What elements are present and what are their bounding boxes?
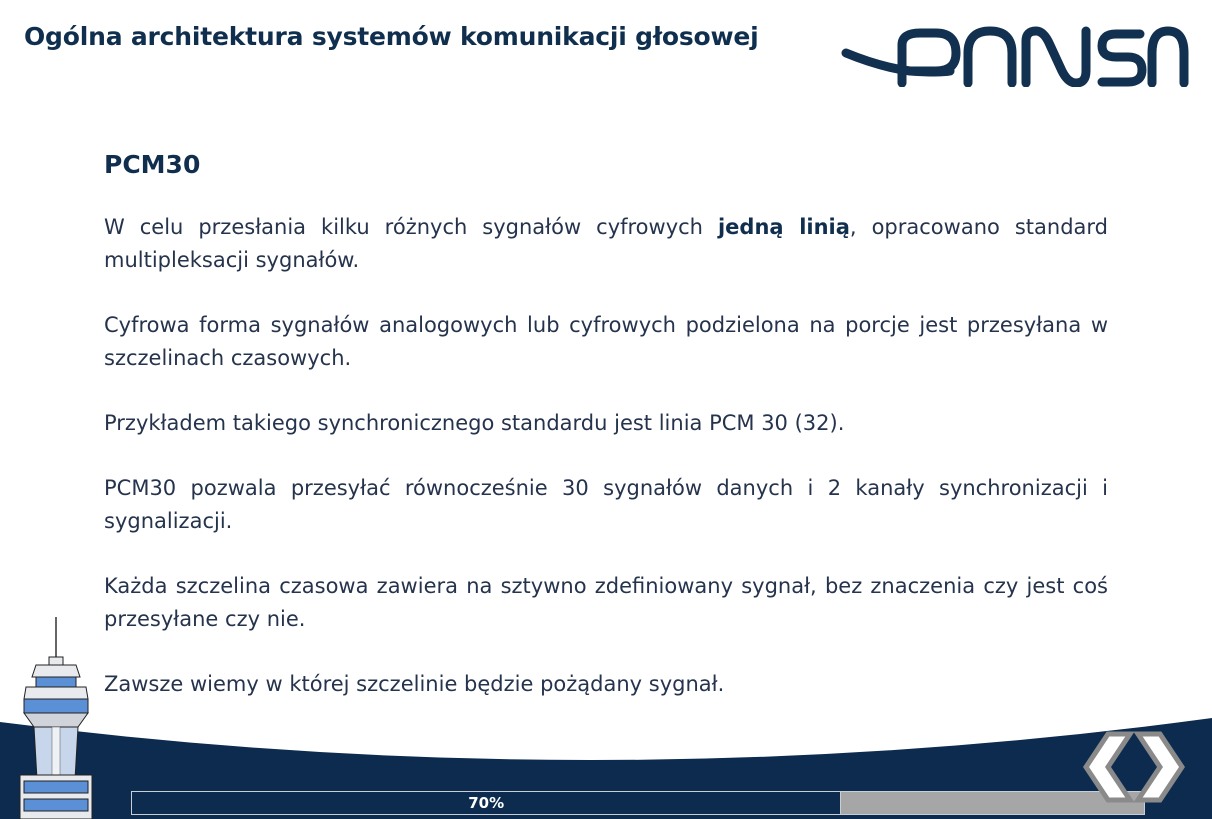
slide-content: PCM30 W celu przesłania kilku różnych sy…: [104, 150, 1108, 733]
paragraph-2: Cyfrowa forma sygnałów analogowych lub c…: [104, 313, 1108, 370]
bold-text: jedną linią: [717, 215, 850, 239]
prev-button[interactable]: [1072, 730, 1134, 804]
chevron-right-icon: [1134, 731, 1186, 803]
paragraph-1: W celu przesłania kilku różnych sygnałów…: [104, 211, 1108, 277]
section-heading: PCM30: [104, 150, 201, 179]
paragraph-5: Każda szczelina czasowa zawiera na sztyw…: [104, 574, 1108, 631]
paragraph-4: PCM30 pozwala przesyłać równocześnie 30 …: [104, 476, 1108, 533]
progress-bar: 70%: [131, 791, 1145, 815]
paragraph-3: Przykładem takiego synchronicznego stand…: [104, 411, 845, 435]
progress-label: 70%: [468, 794, 505, 812]
control-tower-illustration: [19, 617, 93, 819]
chevron-left-icon: [1082, 731, 1134, 803]
next-button[interactable]: [1134, 730, 1196, 804]
paragraph-6: Zawsze wiemy w której szczelinie będzie …: [104, 672, 725, 696]
text: W celu przesłania kilku różnych sygnałów…: [104, 215, 718, 239]
page-title: Ogólna architektura systemów komunikacji…: [24, 22, 759, 51]
pansa-logo: [841, 26, 1189, 87]
